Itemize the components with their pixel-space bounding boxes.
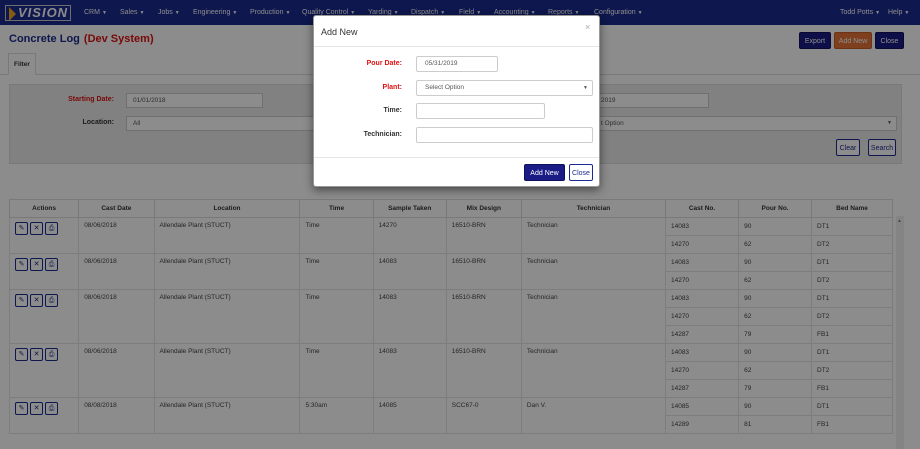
modal-title: Add New xyxy=(321,27,358,37)
plant-label: Plant: xyxy=(382,84,402,91)
modal-header: Add New × xyxy=(314,16,599,47)
chevron-down-icon: ▼ xyxy=(583,85,588,91)
time-input[interactable] xyxy=(416,103,545,119)
pour-date-label: Pour Date: xyxy=(366,60,402,67)
modal-close-button[interactable]: Close xyxy=(569,164,593,181)
plant-select[interactable]: Select Option ▼ xyxy=(416,80,593,96)
add-new-modal: Add New × Pour Date: 05/31/2019 Plant: S… xyxy=(313,15,600,187)
close-icon[interactable]: × xyxy=(585,22,590,32)
modal-footer xyxy=(314,157,599,158)
time-label: Time: xyxy=(383,107,402,114)
modal-add-new-button[interactable]: Add New xyxy=(524,164,565,181)
pour-date-input[interactable]: 05/31/2019 xyxy=(416,56,498,72)
technician-label: Technician: xyxy=(363,131,402,138)
plant-select-value: Select Option xyxy=(425,84,465,91)
technician-input[interactable] xyxy=(416,127,593,143)
